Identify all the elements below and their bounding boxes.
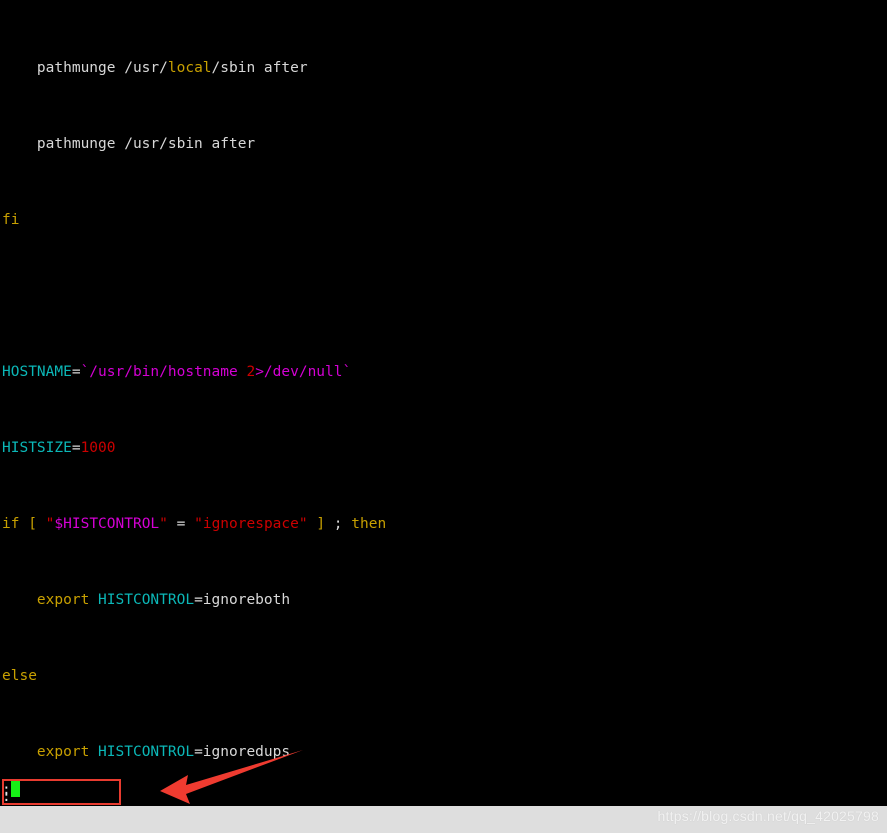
token-bracket: ] — [316, 516, 326, 532]
token-glob: local — [167, 60, 212, 76]
token-plain: = — [71, 364, 81, 380]
token-variable: HISTCONTROL — [98, 592, 195, 608]
token-keyword: then — [351, 516, 387, 532]
file-contents[interactable]: pathmunge /usr/local/sbin after pathmung… — [0, 2, 887, 806]
code-line: export HISTCONTROL=ignoredups — [0, 743, 887, 762]
code-line: fi — [0, 211, 887, 230]
watermark-text: https://blog.csdn.net/qq_42025798 — [657, 808, 879, 824]
token-plain: =ignoreboth — [194, 592, 291, 608]
token-expansion: $HISTCONTROL — [54, 516, 160, 532]
token-variable: HOSTNAME — [2, 364, 72, 380]
terminal-window[interactable]: pathmunge /usr/local/sbin after pathmung… — [0, 0, 887, 806]
token-plain: pathmunge /usr/sbin after — [2, 136, 256, 152]
token-string: "ignorespace" — [194, 516, 308, 532]
token-variable: HISTSIZE — [2, 440, 72, 456]
token-plain: =ignoredups — [194, 744, 291, 760]
token-plain: ; — [325, 516, 352, 532]
token-bracket: [ — [28, 516, 37, 532]
token-keyword: else — [2, 668, 37, 684]
token-plain: pathmunge /usr/ — [2, 60, 168, 76]
code-line: else — [0, 667, 887, 686]
token-keyword: export — [36, 744, 90, 760]
token-command-substitution: >/dev/null` — [255, 364, 352, 380]
token-keyword: fi — [2, 212, 20, 228]
token-plain: = — [71, 440, 81, 456]
code-line: HISTSIZE=1000 — [0, 439, 887, 458]
token-number: 2 — [246, 364, 256, 380]
screenshot-root: pathmunge /usr/local/sbin after pathmung… — [0, 0, 887, 833]
token-command-substitution: `/usr/bin/hostname — [80, 364, 247, 380]
text-cursor — [10, 780, 20, 797]
token-variable: HISTCONTROL — [98, 744, 195, 760]
code-line: export HISTCONTROL=ignoreboth — [0, 591, 887, 610]
code-line: HOSTNAME=`/usr/bin/hostname 2>/dev/null` — [0, 363, 887, 382]
token-keyword: if — [2, 516, 20, 532]
token-string: " — [159, 516, 168, 532]
vi-command-prompt-secondary: : — [2, 789, 11, 805]
token-plain: /sbin after — [211, 60, 308, 76]
token-keyword: export — [36, 592, 90, 608]
code-line: pathmunge /usr/sbin after — [0, 135, 887, 154]
token-plain: = — [167, 516, 195, 532]
vi-command-line-secondary: : — [2, 789, 11, 805]
code-line: pathmunge /usr/local/sbin after — [0, 59, 887, 78]
token-number: 1000 — [80, 440, 116, 456]
code-line: if [ "$HISTCONTROL" = "ignorespace" ] ; … — [0, 515, 887, 534]
